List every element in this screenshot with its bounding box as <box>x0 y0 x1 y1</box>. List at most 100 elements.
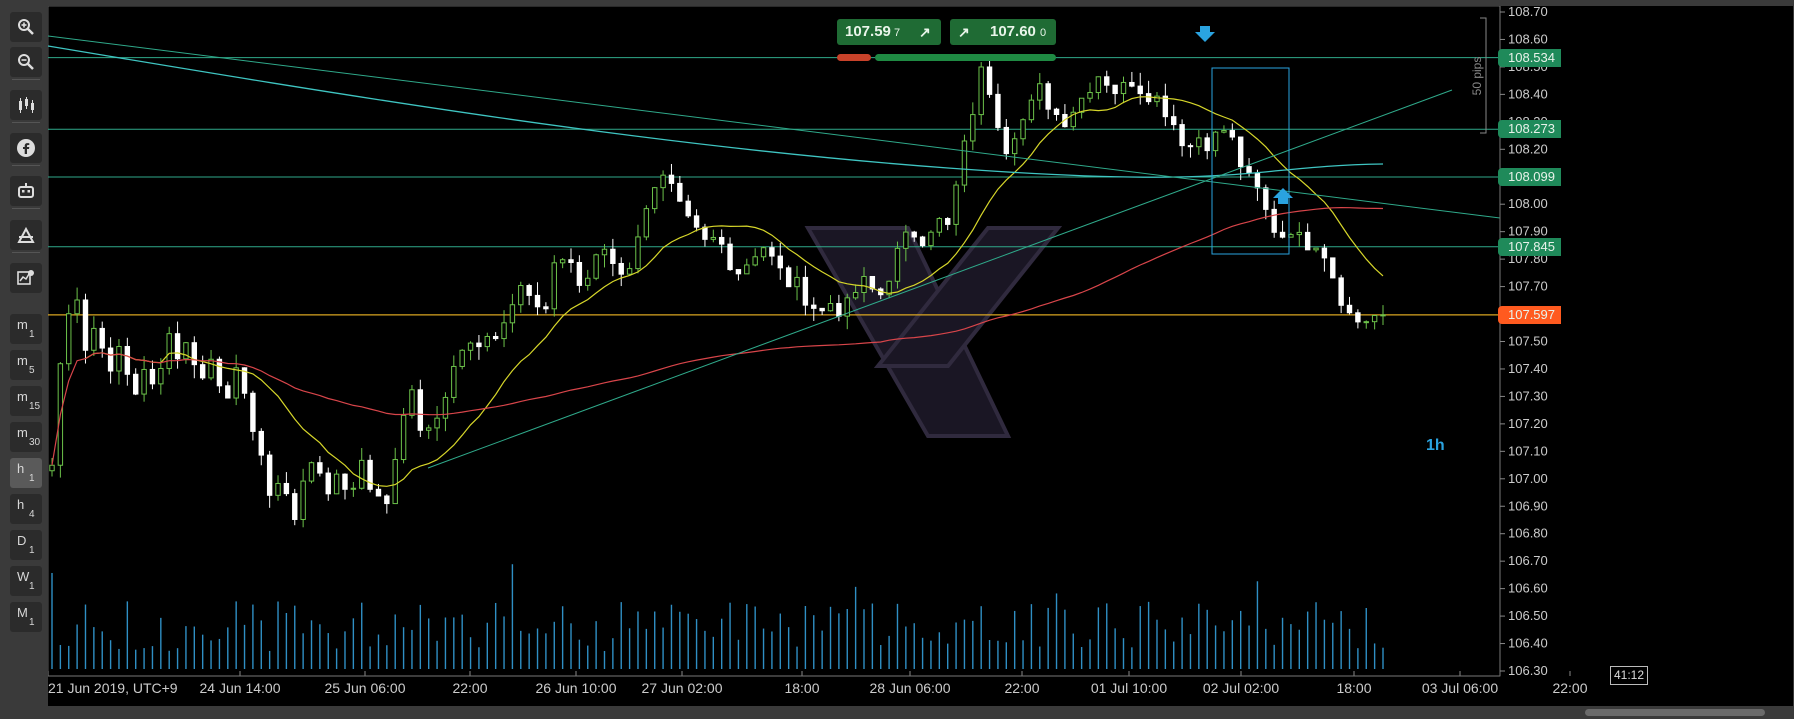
candle-body <box>1313 247 1319 251</box>
timeframe-m30-button[interactable]: m 30 <box>10 422 42 452</box>
timeframe-h4-button[interactable]: h4 <box>10 494 42 524</box>
candle-body <box>1087 92 1093 99</box>
candle-body <box>1129 81 1135 87</box>
candle-body <box>124 346 131 375</box>
bid-button[interactable]: 107.59 7 ↗ <box>837 19 941 45</box>
timeframe-label: 1h <box>1426 437 1445 454</box>
candle-body <box>359 459 365 489</box>
candle-body <box>735 269 742 275</box>
x-tick-label: 24 Jun 14:00 <box>200 680 281 696</box>
zoom-out-button[interactable] <box>10 47 42 77</box>
candle-body <box>1037 83 1043 101</box>
y-tick-label: 106.80 <box>1508 526 1548 541</box>
toolbar-separator <box>12 208 40 209</box>
chart-area[interactable]: 50 pips108.70108.60108.50108.40108.30108… <box>48 6 1793 706</box>
zoom-in-button[interactable] <box>10 12 42 42</box>
candle-body <box>292 493 298 520</box>
candle-body <box>1137 85 1143 95</box>
ask-button[interactable]: ↗ 107.60 0 <box>950 19 1056 45</box>
toolbar-separator <box>12 122 40 123</box>
candle-body <box>451 365 457 398</box>
candle-body <box>1154 95 1160 103</box>
candle-body <box>1221 130 1227 133</box>
timeframe-M1-button[interactable]: M1 <box>10 602 42 632</box>
candle-body <box>802 276 809 306</box>
candle-body <box>1279 231 1286 238</box>
candle-body <box>576 261 583 286</box>
timeframe-unit: W <box>17 569 30 584</box>
toolbar-separator <box>12 252 40 253</box>
candle-body <box>852 292 859 299</box>
candle-body <box>158 367 164 385</box>
y-tick-label: 106.70 <box>1508 553 1548 568</box>
candles-button[interactable] <box>10 90 42 120</box>
x-tick-label: 02 Jul 02:00 <box>1203 680 1279 696</box>
candle-body <box>777 255 783 269</box>
candle-body <box>718 236 725 245</box>
candle-body <box>727 243 733 271</box>
settings-button[interactable] <box>10 263 42 293</box>
x-tick-label: 27 Jun 02:00 <box>642 680 723 696</box>
y-tick-label: 106.60 <box>1508 581 1548 596</box>
candle-body <box>133 373 139 395</box>
candle-body <box>275 482 281 496</box>
candle-body <box>635 236 641 270</box>
candle-body <box>1246 166 1252 174</box>
candle-body <box>166 333 172 369</box>
candle-body <box>769 247 775 257</box>
facebook-button[interactable] <box>10 133 42 163</box>
candle-body <box>283 482 290 495</box>
candle-body <box>1196 137 1202 148</box>
candle-body <box>685 200 691 217</box>
timeframe-count: 1 <box>29 329 35 340</box>
candle-body <box>1003 126 1010 155</box>
candle-body <box>710 236 717 240</box>
timeframe-D1-button[interactable]: D1 <box>10 530 42 560</box>
y-tick-label: 106.40 <box>1508 636 1548 651</box>
candle-body <box>208 358 214 379</box>
candle-body <box>1020 119 1026 140</box>
candle-body <box>961 140 968 186</box>
candle-body <box>551 262 557 310</box>
candle-body <box>1371 315 1378 323</box>
candle-body <box>199 364 206 379</box>
toolbar-separator <box>12 79 40 80</box>
y-tick-label: 106.90 <box>1508 498 1548 513</box>
candle-body <box>107 347 114 372</box>
candle-body <box>744 264 750 275</box>
candle-body <box>811 304 817 309</box>
y-tick-label: 107.70 <box>1508 279 1548 294</box>
candle-body <box>1254 172 1261 189</box>
y-tick-label: 108.00 <box>1508 196 1548 211</box>
trader-button[interactable] <box>10 220 42 250</box>
candle-body <box>1095 76 1102 94</box>
candle-body <box>91 327 97 351</box>
candle-body <box>702 226 708 240</box>
timeframe-unit: m <box>17 389 28 404</box>
candle-body <box>1053 108 1060 115</box>
candle-body <box>585 277 591 286</box>
horizontal-scrollbar[interactable] <box>1585 709 1765 716</box>
price-chart[interactable]: 50 pips108.70108.60108.50108.40108.30108… <box>48 6 1793 706</box>
candle-body <box>1204 137 1210 152</box>
candle-body <box>308 462 315 482</box>
candle-body <box>836 303 842 317</box>
candle-body <box>995 93 1001 128</box>
bot-button[interactable] <box>10 176 42 206</box>
timeframe-m1-button[interactable]: m1 <box>10 314 42 344</box>
candle-body <box>668 174 675 184</box>
candle-body <box>601 248 608 256</box>
x-tick-label: 18:00 <box>1336 680 1371 696</box>
candle-body <box>74 299 80 315</box>
timeframe-W1-button[interactable]: W1 <box>10 566 42 596</box>
candle-body <box>752 256 758 266</box>
y-tick-label: 108.40 <box>1508 86 1548 101</box>
candle-body <box>819 307 825 312</box>
candle-body <box>1263 187 1269 210</box>
bid-price-fraction: 7 <box>894 27 901 39</box>
timeframe-m5-button[interactable]: m5 <box>10 350 42 380</box>
timeframe-h1-button[interactable]: h1 <box>10 458 42 488</box>
candle-body <box>986 66 993 95</box>
timeframe-m15-button[interactable]: m 15 <box>10 386 42 416</box>
candle-body <box>1346 304 1353 314</box>
